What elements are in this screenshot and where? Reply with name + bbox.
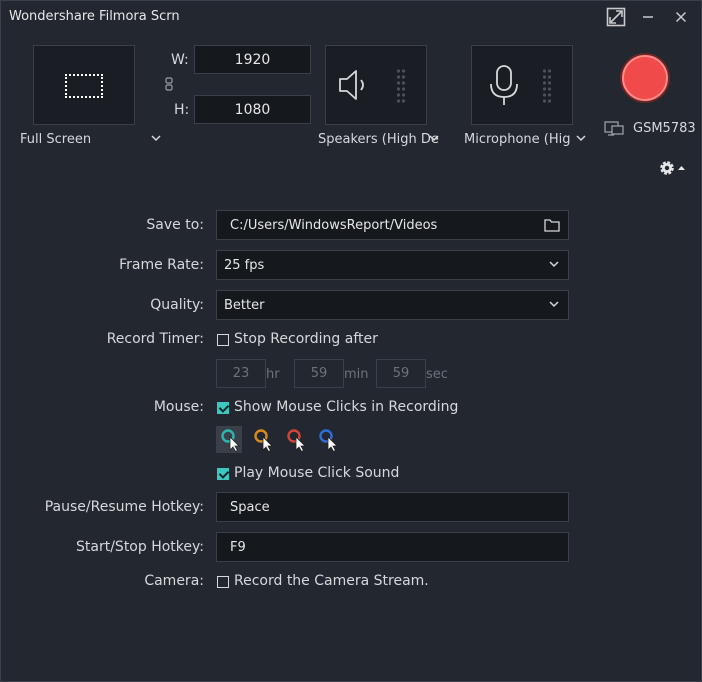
cursor-style-orange[interactable] (249, 426, 275, 453)
capture-mode-label: Full Screen (20, 132, 92, 147)
timer-seconds-unit: sec (426, 367, 448, 382)
record-button[interactable] (622, 55, 668, 101)
microphone-button[interactable] (471, 45, 573, 125)
record-timer-label: Record Timer: (106, 331, 204, 347)
cursor-style-blue[interactable] (314, 426, 340, 453)
quality-value: Better (224, 297, 265, 313)
cursor-orange-icon (254, 429, 273, 453)
camera-label: Camera: (144, 573, 204, 589)
microphone-label: Microphone (High I (464, 132, 571, 147)
stop-recording-checkbox[interactable] (217, 334, 229, 346)
link-aspect-icon[interactable] (164, 77, 174, 91)
folder-icon[interactable] (544, 218, 560, 232)
startstop-hotkey-label: Start/Stop Hotkey: (76, 539, 204, 555)
minimize-button[interactable] (635, 5, 661, 29)
speakers-button[interactable] (325, 45, 427, 125)
microphone-chevron-down-icon[interactable] (574, 133, 588, 143)
monitor-icon[interactable] (604, 121, 624, 137)
stop-recording-label: Stop Recording after (234, 331, 378, 347)
width-input[interactable]: 1920 (194, 45, 311, 74)
frame-rate-chevron-down-icon (549, 261, 559, 268)
width-label: W: (171, 52, 189, 68)
play-click-sound-label: Play Mouse Click Sound (234, 465, 400, 481)
cursor-red-icon (287, 429, 306, 453)
capture-mode-chevron-down-icon[interactable] (149, 133, 163, 143)
speaker-icon (339, 70, 364, 100)
window-title: Wondershare Filmora Scrn (9, 9, 180, 24)
show-mouse-clicks-checkbox[interactable] (217, 402, 229, 414)
cursor-style-red[interactable] (282, 426, 308, 453)
cursor-blue-icon (319, 429, 338, 453)
frame-rate-value: 25 fps (224, 257, 265, 273)
microphone-icon (490, 65, 518, 105)
minimize-icon (643, 16, 653, 18)
capture-area-button[interactable] (33, 45, 135, 125)
startstop-hotkey-input[interactable]: F9 (216, 532, 569, 562)
frame-rate-label: Frame Rate: (119, 257, 204, 273)
quality-label: Quality: (150, 297, 204, 313)
close-button[interactable] (668, 5, 694, 29)
speakers-label: Speakers (High De (318, 132, 439, 147)
timer-minutes-input[interactable]: 59 (294, 359, 344, 388)
cursor-style-teal[interactable] (216, 426, 242, 453)
pause-hotkey-input[interactable]: Space (216, 492, 569, 522)
speaker-level-meter (396, 69, 406, 103)
pause-hotkey-label: Pause/Resume Hotkey: (44, 499, 204, 515)
save-to-field[interactable]: C:/Users/WindowsReport/Videos (216, 210, 569, 240)
timer-seconds-input[interactable]: 59 (376, 359, 426, 388)
timer-hours-unit: hr (266, 367, 280, 382)
speakers-chevron-down-icon[interactable] (427, 133, 441, 143)
quality-select[interactable]: Better (216, 290, 569, 320)
timer-hours-input[interactable]: 23 (216, 359, 266, 388)
app-window: Wondershare Filmora Scrn Full Screen W: … (0, 0, 702, 682)
settings-gear-icon[interactable] (658, 158, 688, 178)
mouse-label: Mouse: (153, 399, 204, 415)
title-bar[interactable]: Wondershare Filmora Scrn (1, 1, 701, 33)
camera-stream-label: Record the Camera Stream. (234, 573, 429, 589)
height-input[interactable]: 1080 (194, 95, 311, 124)
play-click-sound-checkbox[interactable] (217, 468, 229, 480)
frame-rate-select[interactable]: 25 fps (216, 250, 569, 280)
height-label: H: (174, 102, 190, 118)
save-to-path: C:/Users/WindowsReport/Videos (230, 217, 438, 233)
restore-icon (606, 7, 626, 27)
restore-button[interactable] (603, 5, 629, 29)
timer-minutes-unit: min (344, 367, 369, 382)
close-icon (675, 11, 687, 23)
cursor-teal-icon (221, 429, 240, 453)
pause-hotkey-value: Space (230, 499, 270, 515)
startstop-hotkey-value: F9 (230, 539, 246, 555)
monitor-label: GSM5783 (633, 121, 696, 136)
quality-chevron-down-icon (549, 301, 559, 308)
microphone-level-meter (542, 69, 552, 103)
show-mouse-clicks-label: Show Mouse Clicks in Recording (234, 399, 459, 415)
screen-region-icon (65, 74, 103, 98)
save-to-label: Save to: (146, 217, 204, 233)
camera-stream-checkbox[interactable] (217, 576, 229, 588)
